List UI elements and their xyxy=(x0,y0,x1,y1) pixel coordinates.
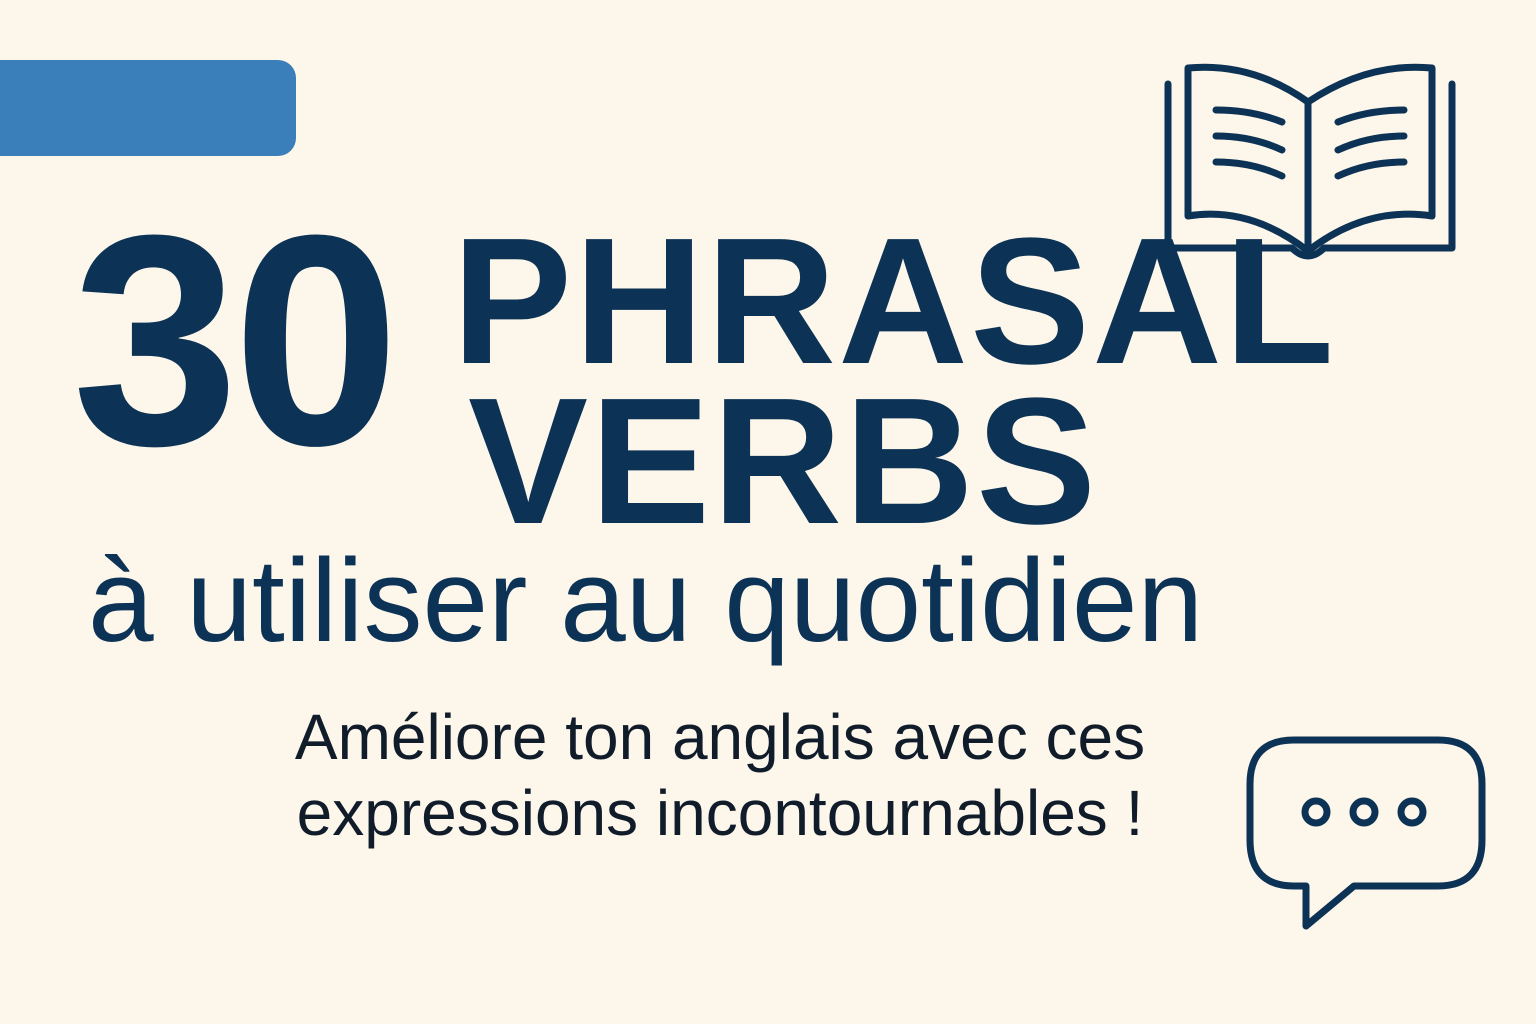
speech-bubble-icon xyxy=(1246,736,1486,930)
tagline-line-2: expressions incontournables ! xyxy=(296,776,1144,849)
subtitle: à utiliser au quotidien xyxy=(88,535,1204,667)
open-book-icon xyxy=(1164,63,1456,260)
tagline: Améliore ton anglais avec ces expression… xyxy=(210,700,1230,851)
tagline-line-1: Améliore ton anglais avec ces xyxy=(294,701,1146,773)
headline-number: 30 xyxy=(72,172,400,508)
accent-bar xyxy=(0,60,296,156)
headline-verbs: VERBS xyxy=(468,361,1099,562)
